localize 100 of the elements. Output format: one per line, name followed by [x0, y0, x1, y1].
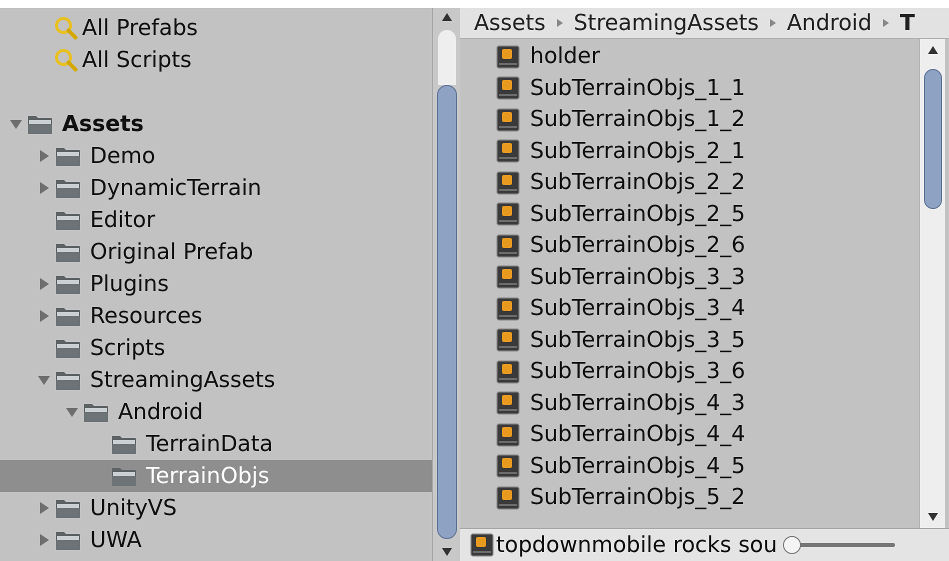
- breadcrumb-item[interactable]: T: [900, 8, 915, 38]
- collapsed-arrow-icon[interactable]: [37, 501, 51, 515]
- breadcrumb-separator-icon: [768, 18, 777, 28]
- file-item[interactable]: SubTerrainObjs_2_2: [460, 167, 919, 198]
- script-file-icon: [496, 422, 520, 447]
- collapsed-arrow-icon[interactable]: [37, 533, 51, 547]
- collapsed-arrow-icon[interactable]: [37, 277, 51, 291]
- tree-item[interactable]: Assets: [0, 108, 432, 140]
- folder-icon: [54, 529, 82, 551]
- selected-file-name: topdownmobile rocks sou: [496, 532, 778, 560]
- tree-item[interactable]: UnityVS: [0, 492, 432, 524]
- folder-icon: [54, 369, 82, 391]
- folder-label: Plugins: [90, 270, 169, 298]
- tree-item[interactable]: Demo: [0, 140, 432, 172]
- scrollbar[interactable]: [919, 39, 945, 528]
- expanded-arrow-icon[interactable]: [65, 405, 79, 419]
- file-item[interactable]: SubTerrainObjs_1_1: [460, 72, 919, 104]
- folder-label: Android: [118, 398, 204, 426]
- tree-item[interactable]: Editor: [0, 204, 432, 236]
- folder-label: StreamingAssets: [90, 366, 276, 394]
- script-file-icon: [496, 139, 520, 164]
- scroll-down-icon[interactable]: [926, 512, 938, 522]
- tree-item[interactable]: StreamingAssets: [0, 364, 432, 396]
- folder-icon: [54, 241, 82, 263]
- script-file-icon: [496, 170, 520, 195]
- scroll-down-icon[interactable]: [440, 547, 452, 557]
- file-item[interactable]: SubTerrainObjs_3_6: [460, 356, 919, 388]
- folder-label: TerrainData: [146, 430, 274, 458]
- tree-item[interactable]: Plugins: [0, 268, 432, 300]
- file-item[interactable]: SubTerrainObjs_3_4: [460, 293, 919, 324]
- folder-label: Editor: [90, 206, 156, 234]
- folder-icon: [54, 273, 82, 295]
- folder-label: UnityVS: [90, 494, 177, 522]
- tree-item[interactable]: TerrainData: [0, 428, 432, 460]
- search-icon: [54, 16, 78, 40]
- saved-search-item[interactable]: All Prefabs: [0, 12, 432, 44]
- tree-item[interactable]: DynamicTerrain: [0, 172, 432, 204]
- saved-search-item[interactable]: All Scripts: [0, 44, 432, 76]
- expanded-arrow-icon[interactable]: [9, 117, 23, 131]
- slider-thumb[interactable]: [783, 536, 802, 554]
- scroll-thumb[interactable]: [436, 85, 456, 539]
- breadcrumb-item[interactable]: Assets: [474, 8, 546, 38]
- file-item[interactable]: SubTerrainObjs_4_5: [460, 450, 919, 482]
- tree-item[interactable]: Resources: [0, 300, 432, 332]
- folder-icon: [54, 177, 82, 199]
- collapsed-arrow-icon[interactable]: [37, 181, 51, 195]
- folder-label: Scripts: [90, 334, 166, 362]
- tree-item[interactable]: Android: [0, 396, 432, 428]
- tree-item[interactable]: Original Prefab: [0, 236, 432, 268]
- folder-icon: [110, 433, 138, 455]
- file-item[interactable]: holder: [460, 41, 919, 72]
- tree-item[interactable]: Scripts: [0, 332, 432, 364]
- breadcrumb-item[interactable]: StreamingAssets: [574, 8, 759, 38]
- script-file-icon: [470, 533, 494, 557]
- script-file-icon: [496, 486, 520, 510]
- script-file-icon: [496, 265, 520, 290]
- folder-label: UWA: [90, 526, 142, 554]
- file-item[interactable]: SubTerrainObjs_4_3: [460, 388, 919, 419]
- file-item[interactable]: SubTerrainObjs_1_2: [460, 104, 919, 136]
- breadcrumb-item[interactable]: Android: [786, 8, 872, 38]
- script-file-icon: [496, 328, 520, 352]
- scroll-up-icon[interactable]: [926, 45, 938, 55]
- script-file-icon: [496, 202, 520, 226]
- file-item[interactable]: SubTerrainObjs_2_6: [460, 230, 919, 262]
- file-item[interactable]: SubTerrainObjs_4_4: [460, 419, 919, 450]
- file-item[interactable]: SubTerrainObjs_5_2: [460, 482, 919, 514]
- collapsed-arrow-icon[interactable]: [37, 149, 51, 163]
- script-file-icon: [496, 108, 520, 132]
- search-icon: [54, 48, 78, 72]
- folder-label: Demo: [90, 142, 156, 170]
- folder-label: Resources: [90, 302, 202, 330]
- script-file-icon: [496, 76, 520, 100]
- folder-icon: [82, 401, 110, 423]
- file-item[interactable]: SubTerrainObjs_3_3: [460, 262, 919, 293]
- scroll-thumb[interactable]: [924, 69, 942, 209]
- file-item[interactable]: SubTerrainObjs_2_1: [460, 136, 919, 167]
- folder-icon: [110, 465, 138, 487]
- zoom-slider[interactable]: [783, 535, 896, 555]
- script-file-icon: [496, 391, 520, 416]
- expanded-arrow-icon[interactable]: [37, 373, 51, 387]
- scrollbar[interactable]: [432, 8, 460, 561]
- folder-label: TerrainObjs: [146, 462, 270, 490]
- folder-label: Original Prefab: [90, 238, 254, 266]
- breadcrumb-separator-icon: [556, 18, 564, 28]
- script-file-icon: [496, 360, 520, 384]
- file-item[interactable]: SubTerrainObjs_3_5: [460, 324, 919, 356]
- folder-icon: [54, 305, 82, 327]
- folder-icon: [54, 337, 82, 359]
- folder-icon: [26, 113, 54, 135]
- folder-label: Assets: [62, 110, 144, 138]
- file-item[interactable]: SubTerrainObjs_2_5: [460, 198, 919, 230]
- tree-item[interactable]: UWA: [0, 524, 432, 556]
- folder-icon: [54, 209, 82, 231]
- folder-icon: [54, 497, 82, 519]
- script-file-icon: [496, 234, 520, 258]
- scroll-up-icon[interactable]: [440, 12, 452, 22]
- script-file-icon: [496, 454, 520, 478]
- script-file-icon: [496, 296, 520, 321]
- breadcrumb-separator-icon: [882, 18, 890, 28]
- collapsed-arrow-icon[interactable]: [37, 309, 51, 323]
